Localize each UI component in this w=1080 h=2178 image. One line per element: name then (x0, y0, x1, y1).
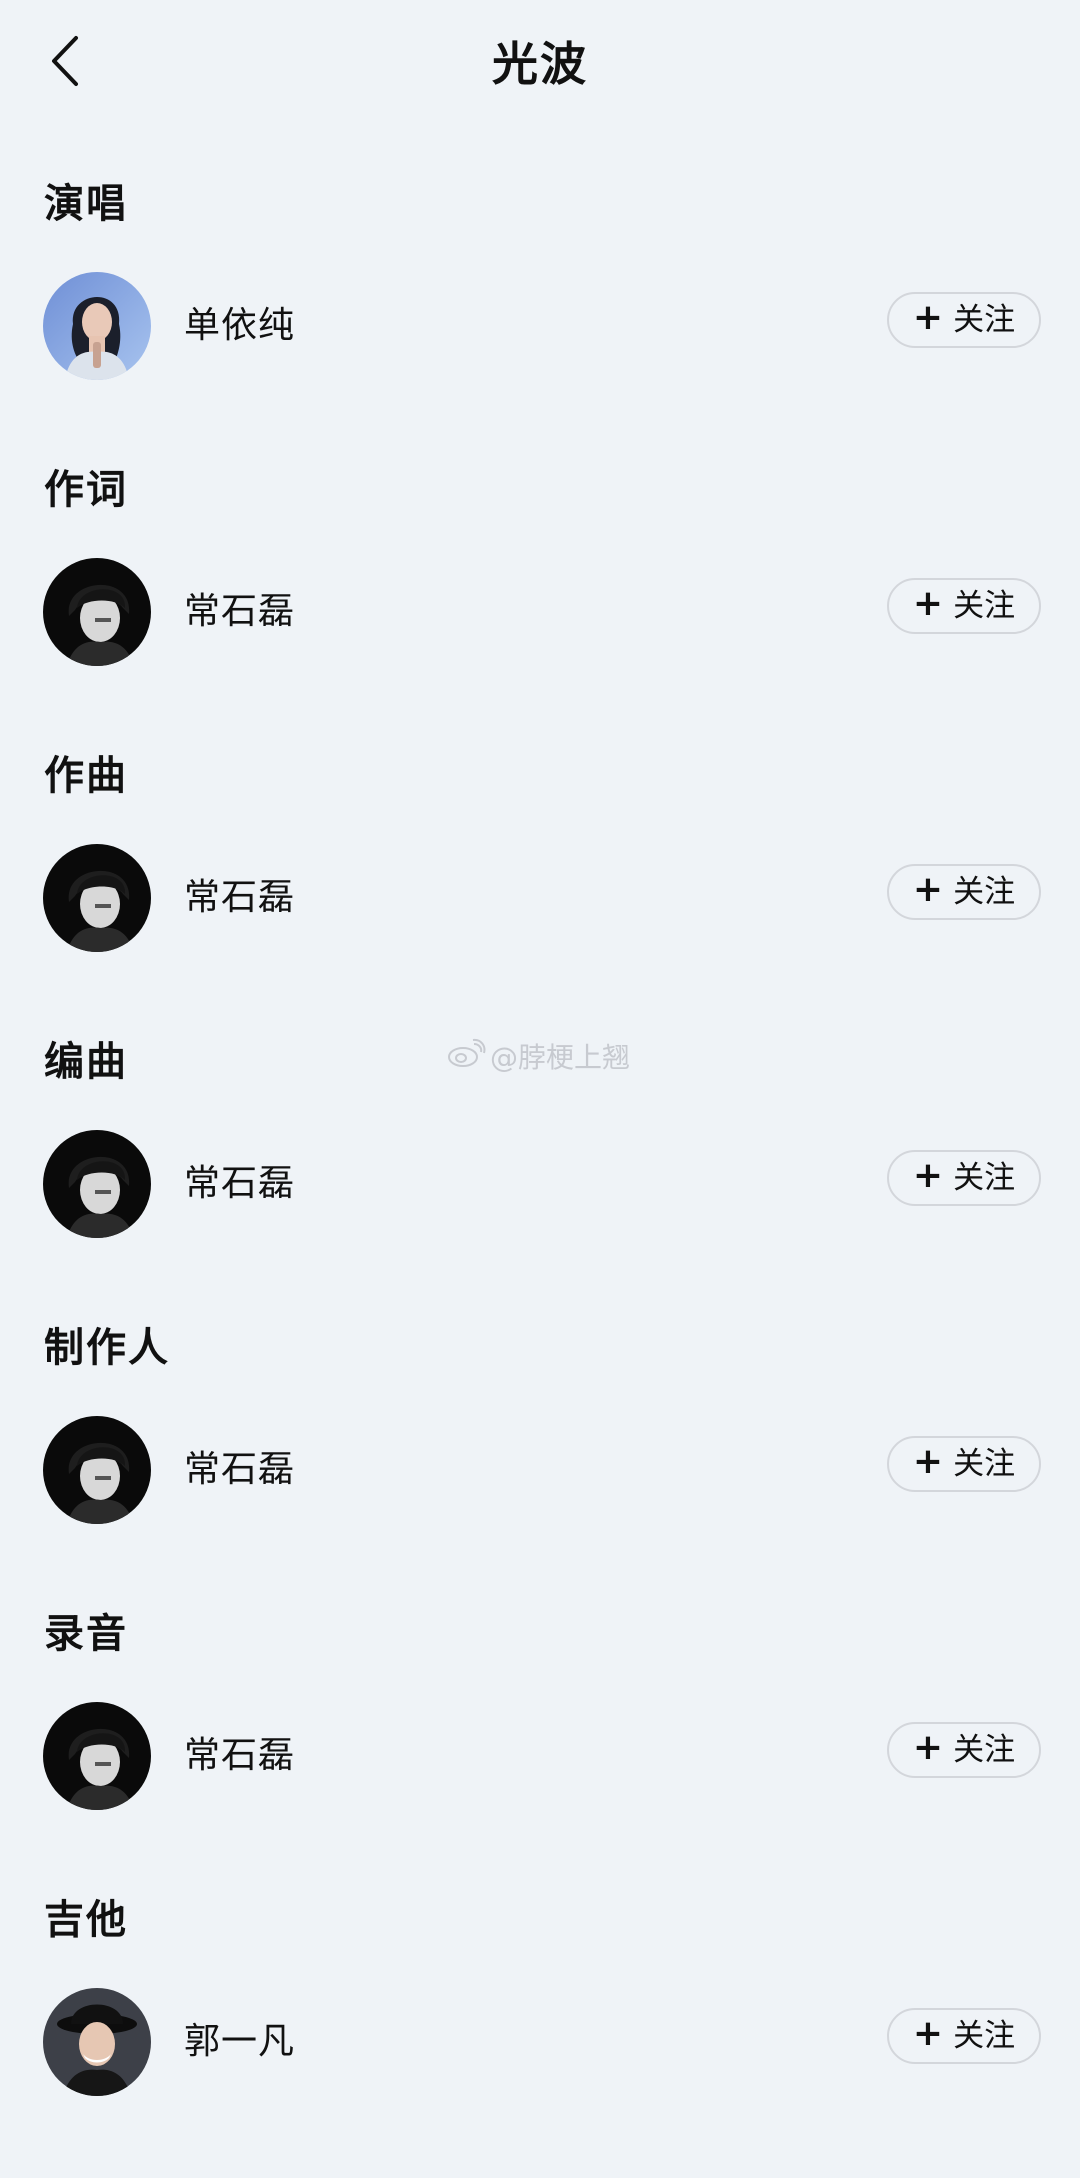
artist-name[interactable]: 常石磊 (184, 1158, 295, 1210)
credit-section: 作曲 常石磊 + 关注 (0, 748, 1080, 1034)
artist-row[interactable]: 常石磊 + 关注 (0, 844, 1080, 956)
follow-label: 关注 (953, 1160, 1016, 1196)
follow-label: 关注 (953, 588, 1016, 624)
credit-section: 作词 常石磊 + 关注 (0, 462, 1080, 748)
artist-row[interactable]: 常石磊 + 关注 (0, 1416, 1080, 1528)
follow-button[interactable]: + 关注 (887, 2008, 1041, 2064)
artist-row[interactable]: 常石磊 + 关注 (0, 1702, 1080, 1814)
role-title: 制作人 (44, 1325, 170, 1371)
follow-label: 关注 (953, 302, 1016, 338)
avatar[interactable] (43, 1988, 151, 2096)
artist-name[interactable]: 常石磊 (184, 1444, 295, 1496)
avatar[interactable] (43, 272, 151, 380)
artist-name[interactable]: 常石磊 (184, 1730, 295, 1782)
avatar[interactable] (43, 1130, 151, 1238)
follow-label: 关注 (953, 874, 1016, 910)
role-title: 编曲 (44, 1039, 128, 1085)
artist-row[interactable]: 常石磊 + 关注 (0, 558, 1080, 670)
follow-button[interactable]: + 关注 (887, 578, 1041, 634)
plus-icon: + (912, 1155, 944, 1196)
role-title: 作曲 (44, 753, 128, 799)
artist-name[interactable]: 常石磊 (184, 586, 295, 638)
artist-row[interactable]: 常石磊 + 关注 (0, 1130, 1080, 1242)
weibo-icon (446, 1038, 486, 1075)
artist-name[interactable]: 郭一凡 (184, 2016, 295, 2068)
top-bar: 光波 (0, 0, 1080, 128)
watermark-text: @脖梗上翘 (490, 1041, 631, 1074)
plus-icon: + (912, 2013, 944, 2054)
credit-section: 演唱 单依纯 + 关注 (0, 176, 1080, 462)
credits-list: 演唱 单依纯 + 关注 作词 常石磊 + 关注 作曲 常石磊 + 关注 编曲 常… (0, 176, 1080, 2178)
follow-button[interactable]: + 关注 (887, 864, 1041, 920)
credit-section: 编曲 常石磊 + 关注 (0, 1034, 1080, 1320)
avatar[interactable] (43, 558, 151, 666)
credit-section: 制作人 常石磊 + 关注 (0, 1320, 1080, 1606)
follow-button[interactable]: + 关注 (887, 1150, 1041, 1206)
plus-icon: + (912, 1727, 944, 1768)
avatar[interactable] (43, 1416, 151, 1524)
artist-row[interactable]: 郭一凡 + 关注 (0, 1988, 1080, 2100)
follow-label: 关注 (953, 1732, 1016, 1768)
role-title: 演唱 (44, 181, 128, 227)
artist-name[interactable]: 单依纯 (184, 300, 295, 352)
plus-icon: + (912, 583, 944, 624)
credit-section: 录音 常石磊 + 关注 (0, 1606, 1080, 1892)
role-title: 吉他 (44, 1897, 128, 1943)
page-title: 光波 (492, 37, 588, 91)
follow-button[interactable]: + 关注 (887, 292, 1041, 348)
artist-name[interactable]: 常石磊 (184, 872, 295, 924)
avatar[interactable] (43, 844, 151, 952)
avatar[interactable] (43, 1702, 151, 1810)
follow-button[interactable]: + 关注 (887, 1722, 1041, 1778)
plus-icon: + (912, 297, 944, 338)
credit-section: 吉他 郭一凡 + 关注 (0, 1892, 1080, 2178)
follow-label: 关注 (953, 1446, 1016, 1482)
role-title: 作词 (44, 467, 128, 513)
watermark: @脖梗上翘 (446, 1036, 630, 1076)
plus-icon: + (912, 869, 944, 910)
follow-label: 关注 (953, 2018, 1016, 2054)
artist-row[interactable]: 单依纯 + 关注 (0, 272, 1080, 384)
follow-button[interactable]: + 关注 (887, 1436, 1041, 1492)
plus-icon: + (912, 1441, 944, 1482)
role-title: 录音 (44, 1611, 128, 1657)
